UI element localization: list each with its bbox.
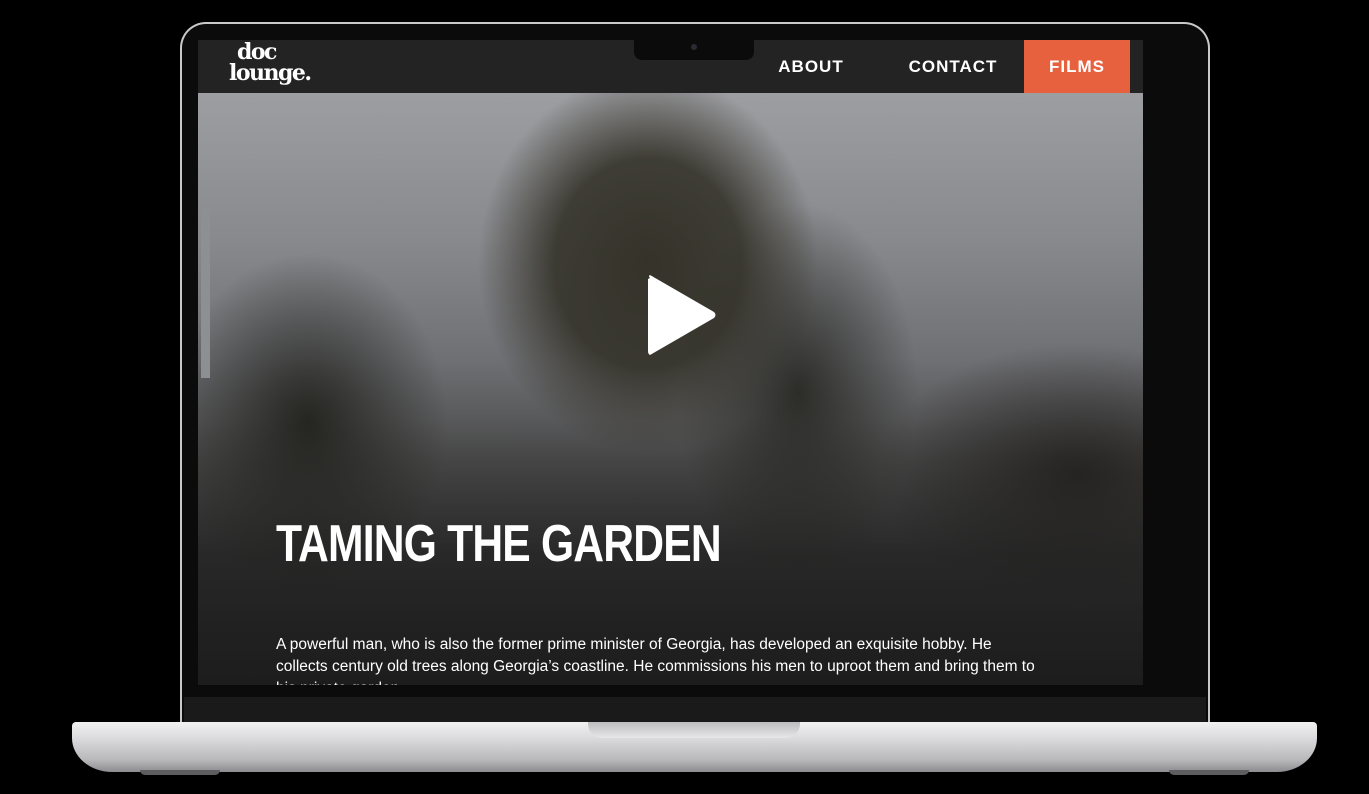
site-logo[interactable]: doc lounge. <box>229 41 312 86</box>
film-description: A powerful man, who is also the former p… <box>276 636 1035 685</box>
main-nav: ABOUT CONTACT FILMS <box>740 40 1130 93</box>
laptop-base <box>72 722 1317 772</box>
logo-line-lounge: lounge. <box>229 60 312 86</box>
laptop-opening-notch <box>588 722 800 738</box>
nav-item-contact[interactable]: CONTACT <box>882 40 1024 93</box>
nav-item-films[interactable]: FILMS <box>1024 40 1130 93</box>
play-icon[interactable] <box>646 274 718 356</box>
camera-icon <box>691 44 697 50</box>
film-title: TAMING THE GARDEN <box>276 515 722 573</box>
laptop-bezel-bottom <box>184 697 1206 723</box>
laptop-foot-right <box>1169 770 1249 775</box>
camera-notch <box>634 40 754 60</box>
nav-item-about[interactable]: ABOUT <box>740 40 882 93</box>
hero-overlay <box>198 93 1143 685</box>
play-triangle <box>648 275 716 355</box>
hero-video[interactable]: TAMING THE GARDEN A powerful man, who is… <box>198 93 1143 685</box>
laptop-foot-left <box>140 770 220 775</box>
laptop-screen: doc lounge. ABOUT CONTACT FILMS TAMING T… <box>198 40 1143 685</box>
